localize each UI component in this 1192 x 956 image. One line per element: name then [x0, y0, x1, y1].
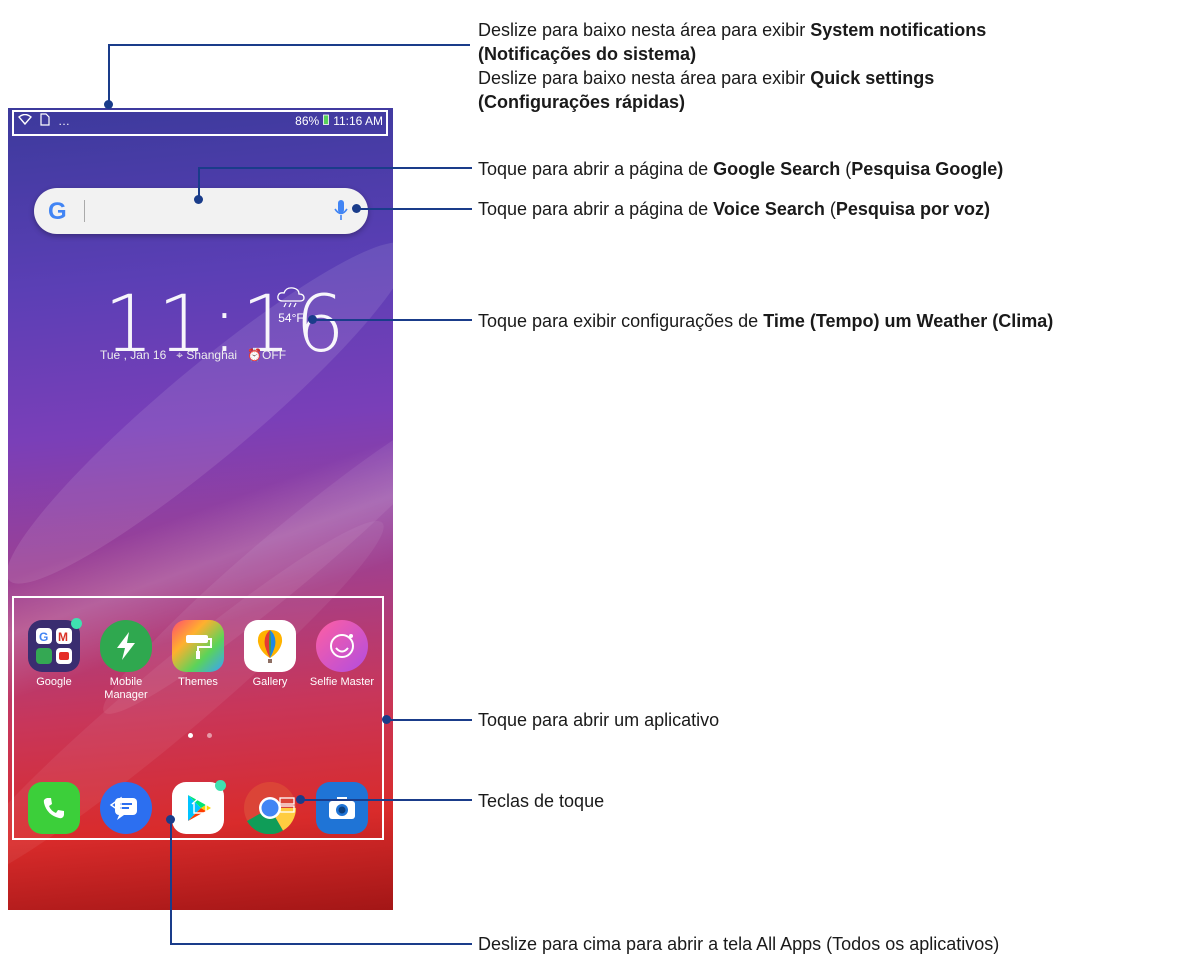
page-indicator[interactable]	[188, 733, 212, 738]
navigation-bar	[8, 788, 393, 832]
home-icon[interactable]	[190, 796, 210, 819]
location: ⌖ Shanghai	[176, 348, 237, 363]
note-all-apps: Deslize para cima para abrir a tela All …	[478, 934, 1000, 954]
status-bar-highlight	[12, 110, 388, 136]
recent-apps-icon[interactable]	[278, 796, 296, 819]
note-time-weather: Toque para exibir configurações de Time …	[478, 311, 1054, 331]
search-cursor	[84, 200, 85, 222]
location-name: Shanghai	[186, 348, 238, 362]
page-dot-active	[188, 733, 193, 738]
app-selfie-master[interactable]: Selfie Master	[306, 620, 378, 689]
app-google[interactable]: G M Google	[18, 618, 90, 689]
app-label: Themes	[178, 676, 218, 688]
app-themes[interactable]: Themes	[162, 620, 234, 689]
callout-line	[170, 819, 172, 944]
callout-line	[356, 208, 472, 210]
temperature: 54°F	[278, 311, 304, 325]
note-google-search: Toque para abrir a página de Google Sear…	[478, 159, 1004, 179]
cloud-rain-icon	[276, 287, 306, 312]
page-dot	[207, 733, 212, 738]
callout-line	[170, 943, 472, 945]
note-system-notifications: Deslize para baixo nesta área para exibi…	[478, 20, 987, 112]
paint-roller-icon	[172, 620, 224, 672]
callout-line	[312, 319, 472, 321]
app-gallery[interactable]: Gallery	[234, 620, 306, 689]
callout-line	[386, 719, 472, 721]
selfie-face-icon	[316, 620, 368, 672]
weather-widget[interactable]: 54°F	[276, 286, 306, 325]
alarm: ⏰OFF	[247, 348, 286, 363]
back-icon[interactable]	[108, 796, 126, 819]
google-g-icon: G	[48, 198, 67, 225]
app-label: Google	[36, 676, 72, 688]
callout-line	[108, 44, 110, 104]
app-mobile-manager[interactable]: Mobile Manager	[90, 620, 162, 702]
note-open-app: Toque para abrir um aplicativo	[478, 710, 720, 730]
date: Tue , Jan 16	[100, 348, 167, 362]
microphone-icon[interactable]	[334, 199, 348, 228]
alarm-status: OFF	[262, 348, 287, 362]
callout-line	[198, 167, 200, 199]
date-line[interactable]: Tue , Jan 16 ⌖ Shanghai ⏰OFF	[100, 348, 286, 363]
phone-screen: … 86% 11:16 AM G 11:16 54°F Tue , Jan 16…	[8, 108, 393, 910]
app-label: Gallery	[252, 676, 288, 688]
alarm-icon: ⏰	[247, 348, 263, 362]
svg-text:G: G	[39, 630, 48, 644]
callout-line	[198, 167, 472, 169]
lightning-shield-icon	[100, 620, 152, 672]
balloon-icon	[244, 620, 296, 672]
notification-dot	[71, 618, 82, 629]
note-touch-keys: Teclas de toque	[478, 791, 605, 811]
svg-text:M: M	[58, 630, 68, 644]
callout-line	[108, 44, 470, 46]
location-pin-icon: ⌖	[176, 348, 184, 362]
app-label: Selfie Master	[309, 676, 375, 688]
app-label: Mobile Manager	[104, 676, 148, 701]
note-voice-search: Toque para abrir a página de Voice Searc…	[478, 199, 990, 219]
callout-line	[300, 799, 472, 801]
google-folder-icon: G M	[28, 618, 82, 672]
